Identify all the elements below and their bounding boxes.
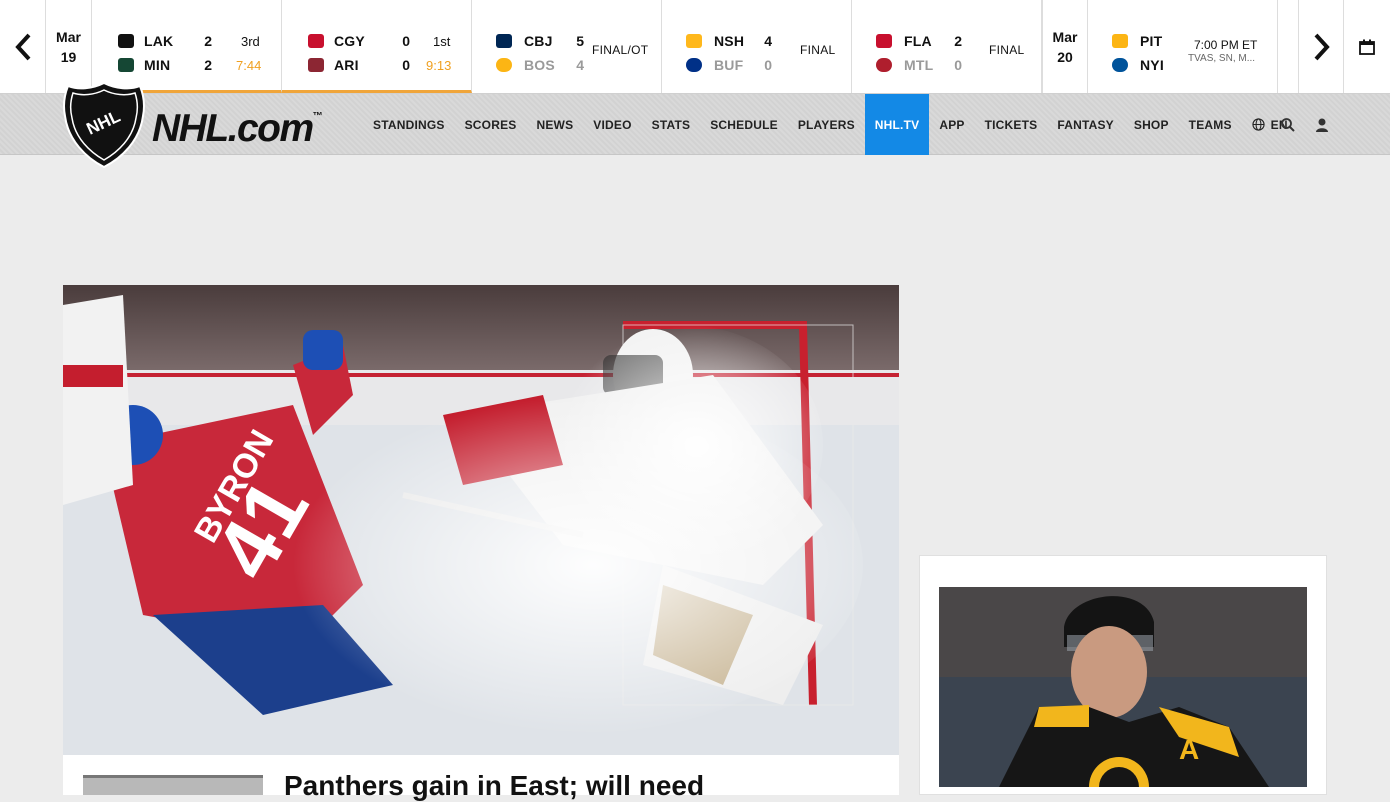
hero-thumbnail[interactable] [83,775,263,795]
game-away-row: CGY 0 1st [282,31,472,51]
team-logo-icon [308,34,324,48]
team-logo-icon [1112,58,1128,72]
team-score: 0 [402,33,410,49]
site-logo-text[interactable]: NHL.com™ [152,107,323,151]
game-home-row: MIN 2 7:44 [92,55,282,75]
nav-menu: STANDINGS SCORES NEWS VIDEO STATS SCHEDU… [363,94,1298,155]
nav-item-stats[interactable]: STATS [642,94,701,155]
game-clock: 9:13 [426,57,452,73]
team-abbr: BOS [524,57,555,73]
game-card[interactable]: CBJ 5 BOS 4 FINAL/OT [472,0,662,93]
team-abbr: MIN [144,57,171,73]
date-day: 20 [1057,48,1073,65]
date-month: Mar [56,28,81,45]
nav-item-news[interactable]: NEWS [526,94,583,155]
date-month: Mar [1052,28,1078,45]
team-abbr: NSH [714,33,745,49]
game-status: FINAL [800,43,836,57]
game-home-row: BOS 4 [472,55,662,75]
team-abbr: FLA [904,33,932,49]
globe-icon [1252,118,1265,131]
chevron-right-icon [1314,33,1330,60]
nav-item-scores[interactable]: SCORES [455,94,527,155]
game-card[interactable]: NSH 4 BUF 0 FINAL [662,0,852,93]
nav-item-teams[interactable]: TEAMS [1179,94,1242,155]
team-logo-icon [876,34,892,48]
team-logo-icon [1112,34,1128,48]
game-status: FINAL/OT [592,43,649,57]
logo-wordmark: NHL.com [152,107,314,150]
game-card[interactable]: PIT NYI 7:00 PM ET TVAS, SN, M... [1088,0,1278,93]
game-clock: 7:44 [236,57,262,73]
game-home-row: BUF 0 [662,55,852,75]
hero-headline[interactable]: Panthers gain in East; will need [284,770,704,802]
game-card[interactable]: CGY 0 1st ARI 0 9:13 [282,0,472,93]
nav-item-shop[interactable]: SHOP [1124,94,1179,155]
game-network: TVAS, SN, M... [1188,53,1256,64]
team-logo-icon [118,34,134,48]
nav-item-tickets[interactable]: TICKETS [975,94,1048,155]
game-home-row: MTL 0 [852,55,1042,75]
side-photo: A [939,587,1307,787]
nav-item-nhltv[interactable]: NHL.TV [864,94,930,155]
search-icon[interactable] [1280,117,1296,133]
hero-image[interactable]: BYRON 41 [63,285,899,755]
team-logo-icon [686,34,702,48]
team-logo-icon [118,58,134,72]
team-score: 2 [954,33,962,49]
nav-utility-icons [1280,94,1330,155]
chevron-left-icon [14,33,30,60]
team-score: 0 [402,57,410,73]
scoreboard-prev-button[interactable] [0,0,46,93]
captain-letter: A [1179,734,1199,765]
calendar-button[interactable] [1343,0,1390,93]
team-score: 2 [204,33,212,49]
team-abbr: CGY [334,33,365,49]
calendar-icon [1359,39,1375,55]
date-day: 19 [60,48,77,65]
team-abbr: MTL [904,57,934,73]
game-home-row: ARI 0 9:13 [282,55,472,75]
nav-item-players[interactable]: PLAYERS [788,94,865,155]
team-score: 5 [576,33,584,49]
team-logo-icon [686,58,702,72]
user-icon[interactable] [1314,117,1330,133]
hero-photo: BYRON 41 [63,285,899,755]
team-logo-icon [876,58,892,72]
game-period: 1st [433,33,451,49]
nav-item-app[interactable]: APP [929,94,974,155]
team-score: 0 [764,57,772,73]
scoreboard-next-button[interactable] [1298,0,1344,93]
game-away-row: LAK 2 3rd [92,31,282,51]
team-abbr: LAK [144,33,174,49]
team-score: 0 [954,57,962,73]
scoreboard-strip: › Mar 19 LAK 2 3rd MIN 2 7:44 CGY 0 1st [0,0,1390,94]
team-abbr: PIT [1140,33,1163,49]
logo-tm: ™ [312,111,323,122]
team-abbr: ARI [334,57,359,73]
game-period: 3rd [241,33,260,49]
scoreboard-date: Mar 20 [1042,0,1088,93]
team-abbr: NYI [1140,57,1164,73]
game-time: 7:00 PM ET [1194,38,1258,52]
team-logo-icon [496,58,512,72]
team-abbr: CBJ [524,33,553,49]
nav-item-fantasy[interactable]: FANTASY [1047,94,1124,155]
nhl-shield-logo[interactable]: NHL [60,80,148,170]
nav-item-standings[interactable]: STANDINGS [363,94,455,155]
nav-item-video[interactable]: VIDEO [583,94,641,155]
team-score: 2 [204,57,212,73]
game-status: FINAL [989,43,1025,57]
side-story-image[interactable]: A [939,587,1307,787]
team-score: 4 [576,57,584,73]
team-logo-icon [308,58,324,72]
game-card[interactable]: FLA 2 MTL 0 FINAL [852,0,1042,93]
team-logo-icon [496,34,512,48]
nav-item-schedule[interactable]: SCHEDULE [700,94,788,155]
team-abbr: BUF [714,57,744,73]
team-score: 4 [764,33,772,49]
